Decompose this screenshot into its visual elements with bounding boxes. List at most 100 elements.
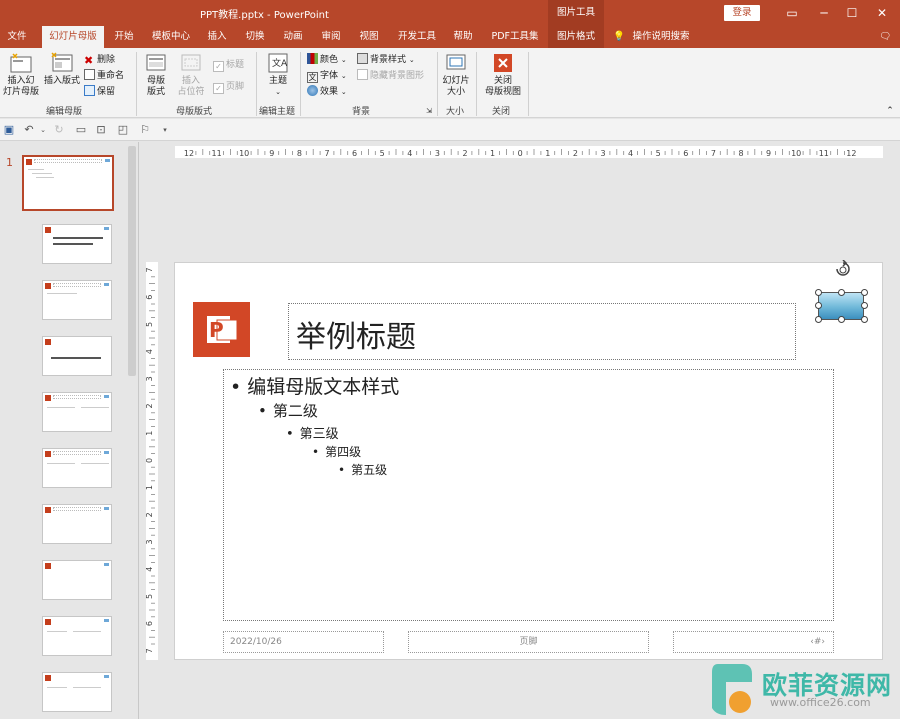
footer-checkbox[interactable]: ✓ 页脚 (213, 80, 244, 94)
resize-handle[interactable] (815, 302, 822, 309)
ruler-tick-label: 0 (146, 458, 154, 463)
save-icon[interactable]: ▣ (2, 123, 16, 137)
svg-text:文A: 文A (272, 57, 288, 69)
ribbon: 插入幻 灯片母版 插入版式 ✖ 删除 重命名 保留 编辑母版 母版 版式 插入 占… (0, 48, 900, 118)
slide-thumbnail-layout[interactable] (42, 448, 112, 488)
footer-placeholder[interactable]: 页脚 (408, 631, 649, 653)
powerpoint-logo-icon: P (207, 316, 238, 343)
collapse-ribbon-icon[interactable]: ⌃ (884, 106, 896, 117)
resize-handle[interactable] (815, 289, 822, 296)
ruler-tick-label: 7 (146, 648, 154, 653)
resize-handle[interactable] (815, 316, 822, 323)
slide-thumbnail-layout[interactable] (42, 616, 112, 656)
undo-dropdown-icon[interactable]: ⌄ (36, 123, 50, 137)
login-button[interactable]: 登录 (724, 5, 760, 21)
background-styles-button[interactable]: 背景样式 ⌄ (357, 53, 415, 67)
window-title: PPT教程.pptx - PowerPoint (200, 10, 329, 21)
slide-thumbnail-layout[interactable] (42, 560, 112, 600)
resize-handle[interactable] (838, 289, 845, 296)
slide-size-button[interactable]: 幻灯片 大小 (440, 52, 472, 98)
hide-background-label: 隐藏背景图形 (370, 71, 425, 81)
effects-button[interactable]: 效果 ⌄ (307, 85, 347, 99)
tab-slide-master[interactable]: 幻灯片母版 (42, 26, 104, 48)
slide-thumbnail-layout[interactable] (42, 392, 112, 432)
slide-size-icon (446, 54, 466, 70)
resize-handle[interactable] (861, 302, 868, 309)
insert-placeholder-button[interactable]: 插入 占位符 (174, 52, 208, 98)
tab-review[interactable]: 审阅 (316, 26, 346, 48)
search-tell-me[interactable]: 操作说明搜索 (630, 26, 692, 48)
footer-checkbox-box: ✓ (213, 83, 224, 94)
hide-background-checkbox[interactable]: 隐藏背景图形 (357, 69, 424, 83)
ruler-tick-label: 4 (407, 149, 412, 158)
slide-thumbnail-layout[interactable] (42, 224, 112, 264)
pin-icon (84, 85, 95, 96)
tab-picture-format[interactable]: 图片格式 (548, 26, 604, 48)
body-placeholder[interactable]: • 编辑母版文本样式 • 第二级 • 第三级 • 第四级 • 第五级 (223, 369, 834, 621)
slide-thumbnail-master[interactable] (22, 155, 114, 211)
slide-number-placeholder[interactable]: ‹#› (673, 631, 834, 653)
lightbulb-icon: 💡 (613, 31, 625, 42)
background-dialog-launcher-icon[interactable]: ⇲ (424, 106, 434, 117)
tab-transitions[interactable]: 切换 (240, 26, 270, 48)
ruler-tick-label: 3 (146, 539, 154, 544)
colors-icon (307, 53, 318, 64)
tab-developer[interactable]: 开发工具 (392, 26, 442, 48)
start-slideshow-icon[interactable]: ▭ (74, 123, 88, 137)
tab-pdf-tools[interactable]: PDF工具集 (486, 26, 544, 48)
ruler-tick-label: 5 (146, 322, 154, 327)
tab-help[interactable]: 帮助 (448, 26, 478, 48)
ribbon-divider (476, 52, 477, 116)
slide-thumbnail-layout[interactable] (42, 504, 112, 544)
tab-view[interactable]: 视图 (354, 26, 384, 48)
insert-slide-master-label: 插入幻 灯片母版 (2, 76, 39, 97)
insert-slide-master-button[interactable]: 插入幻 灯片母版 (2, 52, 40, 98)
tab-template-center[interactable]: 模板中心 (146, 26, 196, 48)
close-window-button[interactable]: ✕ (870, 2, 894, 24)
resize-handle[interactable] (838, 316, 845, 323)
insert-layout-button[interactable]: 插入版式 (42, 52, 82, 87)
minimize-button[interactable]: ─ (812, 2, 836, 24)
screenshot-icon[interactable]: ◰ (116, 123, 130, 137)
ruler-tick-label: 11 (212, 149, 222, 158)
resize-handle[interactable] (861, 316, 868, 323)
group-label-background: 背景 (352, 107, 371, 117)
preserve-label: 保留 (97, 87, 116, 97)
fonts-button[interactable]: 文字体 ⌄ (307, 69, 347, 83)
slide-size-label: 幻灯片 大小 (442, 76, 470, 97)
ribbon-display-options-icon[interactable]: ▭ (780, 2, 804, 24)
tab-home[interactable]: 开始 (108, 26, 140, 48)
close-master-view-button[interactable]: 关闭 母版视图 (482, 52, 524, 98)
resize-handle[interactable] (861, 289, 868, 296)
slide-thumbnail-layout[interactable] (42, 672, 112, 712)
customize-qat-icon[interactable]: ▾ (158, 123, 172, 137)
quick-access-toolbar: ▣ ↶ ⌄ ↻ ▭ ⊡ ◰ ⚐ ▾ (0, 119, 900, 141)
presenter-icon[interactable]: ⚐ (138, 123, 152, 137)
comments-icon[interactable]: 🗨 (876, 26, 894, 48)
rename-button[interactable]: 重命名 (84, 69, 124, 83)
master-layout-button[interactable]: 母版 版式 (140, 52, 172, 98)
redo-icon[interactable]: ↻ (52, 123, 66, 137)
slide-thumbnail-layout[interactable] (42, 336, 112, 376)
themes-button[interactable]: 文A 主题 ⌄ (262, 52, 294, 98)
themes-label: 主题 (268, 76, 287, 86)
picture-icon[interactable]: ⊡ (94, 123, 108, 137)
delete-icon: ✖ (84, 54, 94, 67)
title-placeholder[interactable]: 举例标题 (288, 303, 796, 360)
ruler-tick-label: 7 (324, 149, 329, 158)
ruler-tick-label: 6 (352, 149, 357, 158)
preserve-button[interactable]: 保留 (84, 85, 115, 99)
undo-icon[interactable]: ↶ (22, 123, 36, 137)
restore-button[interactable]: ☐ (840, 2, 864, 24)
slide-thumbnail-layout[interactable] (42, 280, 112, 320)
tab-file[interactable]: 文件 (0, 26, 34, 48)
rotate-handle-icon[interactable] (833, 260, 853, 280)
date-placeholder[interactable]: 2022/10/26 (223, 631, 384, 653)
title-checkbox[interactable]: ✓ 标题 (213, 58, 244, 72)
thumbnail-scrollbar[interactable] (128, 146, 136, 376)
tab-insert[interactable]: 插入 (202, 26, 232, 48)
tab-animations[interactable]: 动画 (278, 26, 308, 48)
delete-button[interactable]: ✖ 删除 (84, 53, 115, 67)
title-bar: PPT教程.pptx - PowerPoint 图片工具 登录 ▭ ─ ☐ ✕ (0, 0, 900, 26)
colors-button[interactable]: 颜色 ⌄ (307, 53, 347, 67)
